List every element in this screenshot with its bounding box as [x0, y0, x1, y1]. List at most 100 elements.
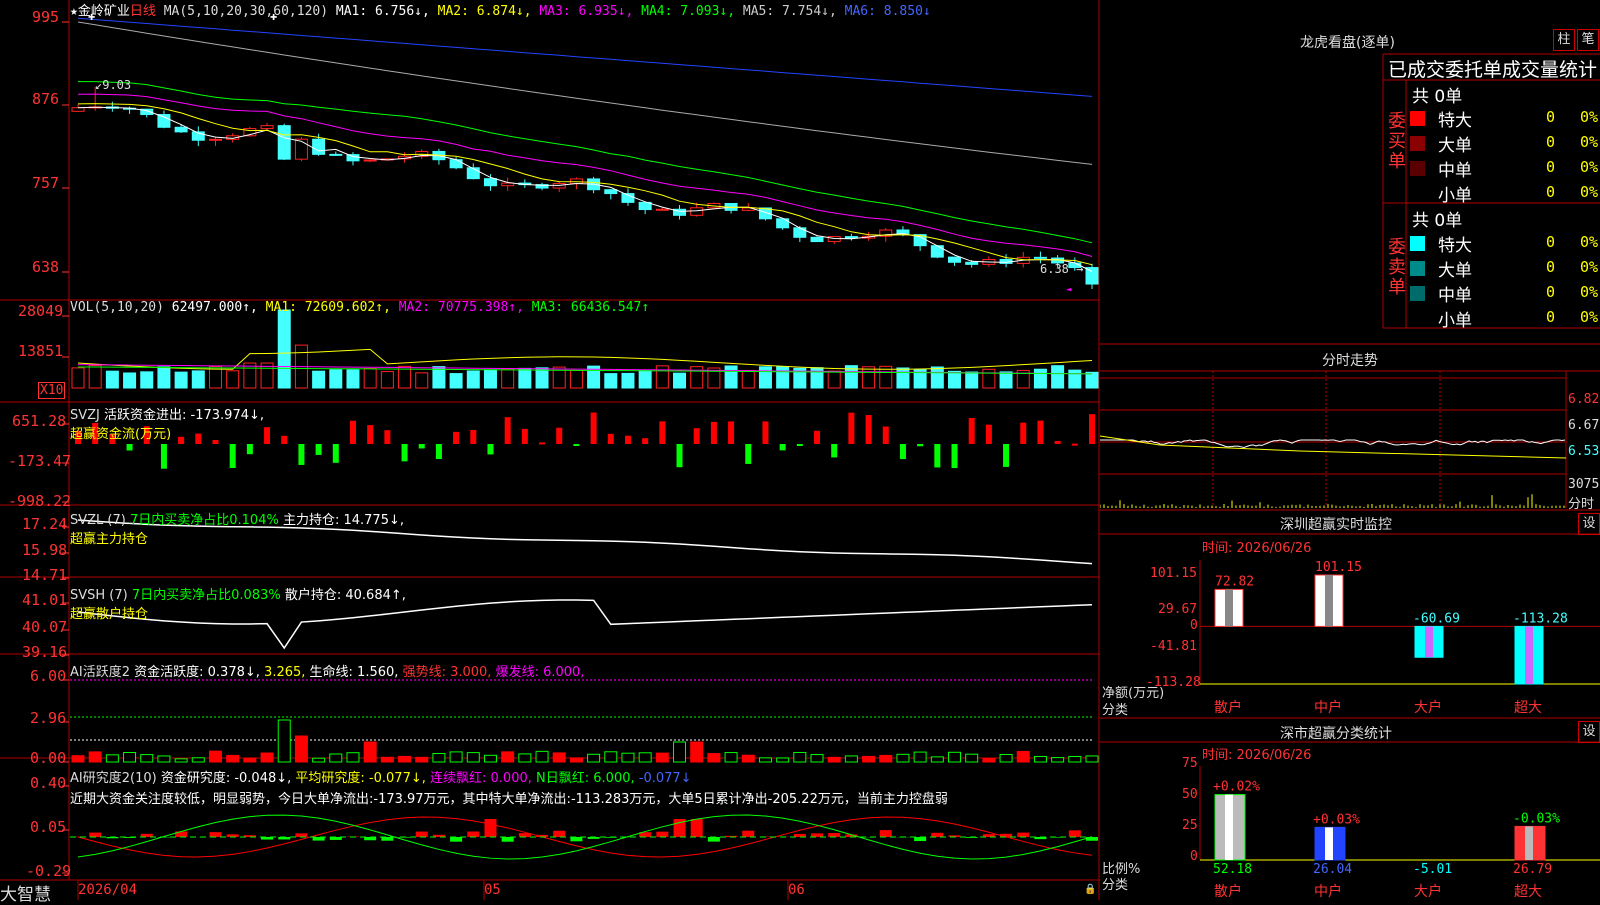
stats-settings-button[interactable]: 设 [1578, 721, 1600, 743]
candle-body [949, 257, 961, 262]
ai2-bar [914, 837, 926, 841]
ai1-bar [330, 754, 342, 762]
intraday-avg [1100, 436, 1566, 458]
candle-body [364, 160, 376, 161]
ai1-bar [725, 753, 737, 762]
sell-rows: 特大 0 0% 大单 0 0% 中单 0 0% 小单 0 0% [1410, 231, 1600, 331]
ai1-bar [897, 754, 909, 762]
candle-body [330, 154, 342, 155]
volume-bar [863, 367, 875, 388]
stats-pct-label: +0.02% [1213, 780, 1260, 795]
buy-row-xl: 特大 0 0% [1410, 106, 1600, 131]
monitor-y-1: 101.15 [1150, 566, 1197, 581]
ai2-bar [467, 832, 479, 837]
svzj-ytick-2: -173.47 [8, 452, 71, 470]
candle-body [1086, 268, 1098, 284]
volume-bar [467, 371, 479, 388]
stats-bar-shade [1325, 827, 1333, 860]
stats-value-label: 26.79 [1513, 862, 1552, 877]
volume-bar [897, 368, 909, 388]
svzj-bar [522, 429, 528, 444]
ai1-bar [536, 751, 548, 762]
star-icon[interactable]: ★ [70, 4, 78, 19]
ai2-bar [295, 833, 307, 837]
candle-body [295, 139, 307, 159]
ai1-ytick-1: 6.00 [30, 667, 66, 685]
volume-bar [141, 372, 153, 388]
volume-bar [313, 371, 325, 388]
candle-body [261, 126, 273, 129]
buy-xl-name: 特大 [1438, 106, 1472, 131]
svzj-bar [436, 444, 442, 459]
ai1-bar [828, 757, 840, 762]
ai1-bar [467, 753, 479, 762]
svzj-bar [487, 444, 493, 454]
stats-value-label: 26.04 [1313, 862, 1352, 877]
svzj-bar [831, 444, 837, 457]
ai1-bar [794, 752, 806, 762]
ai2-bar [1017, 833, 1029, 837]
chart-canvas[interactable]: ◄✚✚ [0, 0, 1100, 900]
svzl-ytick-1: 17.24 [22, 515, 67, 533]
svsh-subtitle: 超赢散户持仓 [70, 607, 148, 622]
ai1-bar [261, 753, 273, 762]
svzj-bar [952, 444, 958, 468]
candle-body [966, 262, 978, 264]
volume-bar [124, 373, 136, 388]
period-label[interactable]: 日线 [130, 4, 156, 19]
volume-bar [536, 368, 548, 388]
monitor-category-label: 中户 [1314, 699, 1342, 716]
ai1-bar [72, 756, 84, 762]
ai2-bar [313, 837, 325, 841]
volume-bar [227, 371, 239, 388]
kline-chart-area[interactable]: ◄✚✚ [0, 0, 1100, 900]
ai2-label3: 连续飘红: 0.000, [430, 771, 532, 786]
bar-view-button[interactable]: 柱 [1553, 29, 1575, 51]
ai1-bar [295, 736, 307, 762]
vol-unit[interactable]: X10 [38, 382, 65, 399]
monitor-settings-button[interactable]: 设 [1578, 513, 1600, 535]
volume-bar [674, 373, 686, 388]
svzj-bar [419, 444, 425, 448]
ai1-bar [1034, 756, 1046, 762]
ai1-label1: 资金活跃度: 0.378↓, [134, 665, 260, 680]
sell-m-name: 中单 [1438, 281, 1472, 306]
tick-view-button[interactable]: 笔 [1577, 29, 1599, 51]
ai1-bar [777, 758, 789, 762]
ai2-ytick-1: 0.40 [30, 774, 66, 792]
ai1-label5: 爆发线: 6.000, [496, 665, 585, 680]
volume-bar [777, 367, 789, 388]
ai1-bar [141, 755, 153, 762]
ai2-bar [570, 837, 582, 841]
svzj-bar [762, 421, 768, 444]
lock-icon[interactable]: 🔒 [1084, 884, 1096, 895]
intraday-unit: 分时 [1568, 493, 1594, 512]
svzl-title: SVZL (7) [70, 513, 126, 528]
volume-bar [1052, 366, 1064, 388]
volume-bar [759, 367, 771, 388]
candle-body [605, 190, 617, 194]
svzj-ytick-3: -998.22 [8, 492, 71, 510]
volume-bar [1069, 370, 1081, 388]
ai2-bar [742, 831, 754, 837]
ai1-bar [347, 753, 359, 762]
candle-body [278, 126, 290, 160]
svzj-bar [1037, 421, 1043, 444]
monitor-bar-shade [1525, 626, 1533, 684]
brand-logo[interactable]: 大智慧 [0, 880, 51, 905]
svzj-bar [505, 417, 511, 444]
ma-line-5 [78, 22, 1092, 164]
monitor-value-label: -113.28 [1513, 611, 1568, 626]
svzj-bar [642, 438, 648, 444]
ai1-bar [880, 755, 892, 762]
ma1-label: MA1: 6.756↓, [336, 4, 430, 19]
intraday-title[interactable]: 分时走势 [1322, 350, 1378, 370]
svsh-ytick-2: 40.07 [22, 618, 67, 636]
svzj-bar [625, 436, 631, 444]
ai1-bar [949, 752, 961, 762]
ai2-bar [502, 837, 514, 842]
ai1-bar [399, 756, 411, 762]
ai1-bar [381, 757, 393, 762]
stats-y-2: 50 [1182, 787, 1198, 802]
buy-l-count: 0 [1546, 133, 1555, 151]
